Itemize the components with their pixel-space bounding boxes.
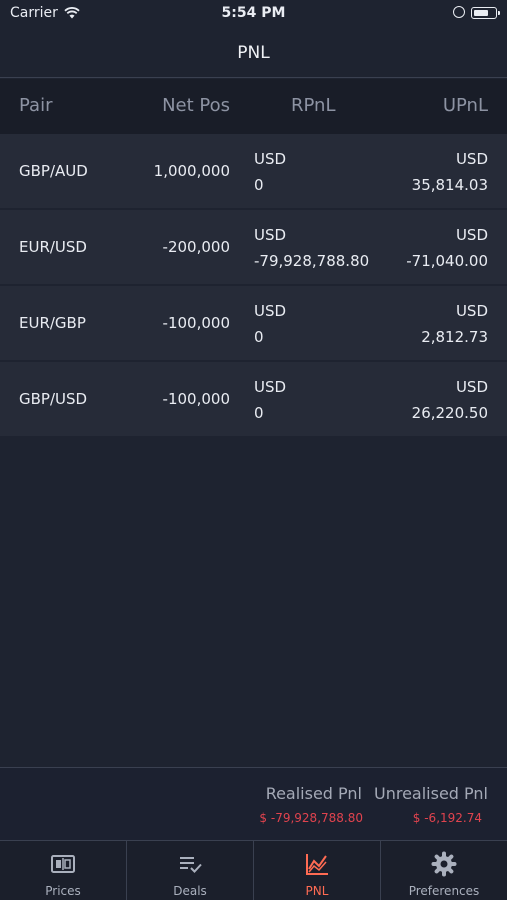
tab-prices[interactable]: Prices xyxy=(0,841,127,900)
tab-pnl[interactable]: PNL xyxy=(254,841,381,900)
unrealised-pnl-value: $ -6,192.74 xyxy=(412,811,482,825)
pair-cell: EUR/GBP xyxy=(19,314,86,332)
tab-label: Preferences xyxy=(408,884,480,898)
upnl-currency: USD xyxy=(455,302,488,320)
header-rpnl: RPnL xyxy=(291,95,336,116)
pnl-summary: Realised Pnl $ -79,928,788.80 Unrealised… xyxy=(0,767,507,840)
upnl-value: 35,814.03 xyxy=(411,176,488,194)
deals-icon xyxy=(180,857,202,873)
prices-icon xyxy=(51,855,75,873)
net-pos-cell: -200,000 xyxy=(162,238,230,256)
table-row[interactable]: GBP/AUD 1,000,000 USD 0 USD 35,814.03 xyxy=(0,134,507,208)
page-title: PNL xyxy=(0,28,507,78)
upnl-value: 26,220.50 xyxy=(411,404,488,422)
realised-pnl-value: $ -79,928,788.80 xyxy=(259,811,363,825)
tab-deals[interactable]: Deals xyxy=(127,841,254,900)
upnl-value: -71,040.00 xyxy=(406,252,488,270)
table-row[interactable]: EUR/GBP -100,000 USD 0 USD 2,812.73 xyxy=(0,286,507,360)
orientation-lock-icon xyxy=(453,6,465,18)
rpnl-currency: USD xyxy=(254,150,287,168)
net-pos-cell: -100,000 xyxy=(162,390,230,408)
table-row[interactable]: GBP/USD -100,000 USD 0 USD 26,220.50 xyxy=(0,362,507,436)
tab-label: Deals xyxy=(173,884,207,898)
gear-icon xyxy=(431,851,457,877)
rpnl-value: 0 xyxy=(254,176,264,194)
rpnl-value: 0 xyxy=(254,404,264,422)
pair-cell: GBP/AUD xyxy=(19,162,88,180)
rpnl-value: 0 xyxy=(254,328,264,346)
header-net-pos: Net Pos xyxy=(162,95,230,116)
tab-label: PNL xyxy=(305,884,329,898)
rpnl-currency: USD xyxy=(254,302,287,320)
status-bar: Carrier 5:54 PM xyxy=(0,0,507,28)
net-pos-cell: 1,000,000 xyxy=(153,162,230,180)
rpnl-value: -79,928,788.80 xyxy=(254,252,370,270)
table-header: Pair Net Pos RPnL UPnL xyxy=(0,79,507,134)
pair-cell: EUR/USD xyxy=(19,238,87,256)
header-pair: Pair xyxy=(19,95,53,116)
rpnl-currency: USD xyxy=(254,226,287,244)
unrealised-pnl-label: Unrealised Pnl xyxy=(374,784,488,803)
status-time: 5:54 PM xyxy=(221,5,286,21)
tab-bar: Prices Deals PNL Preferences xyxy=(0,840,507,900)
net-pos-cell: -100,000 xyxy=(162,314,230,332)
tab-label: Prices xyxy=(45,884,81,898)
realised-pnl-label: Realised Pnl xyxy=(265,784,362,803)
battery-icon xyxy=(471,7,500,19)
pair-cell: GBP/USD xyxy=(19,390,88,408)
upnl-currency: USD xyxy=(455,378,488,396)
header-upnl: UPnL xyxy=(442,95,488,116)
upnl-currency: USD xyxy=(455,150,488,168)
rpnl-currency: USD xyxy=(254,378,287,396)
upnl-currency: USD xyxy=(455,226,488,244)
table-row[interactable]: EUR/USD -200,000 USD -79,928,788.80 USD … xyxy=(0,210,507,284)
pnl-chart-icon xyxy=(306,854,328,875)
upnl-value: 2,812.73 xyxy=(421,328,488,346)
tab-preferences[interactable]: Preferences xyxy=(381,841,507,900)
